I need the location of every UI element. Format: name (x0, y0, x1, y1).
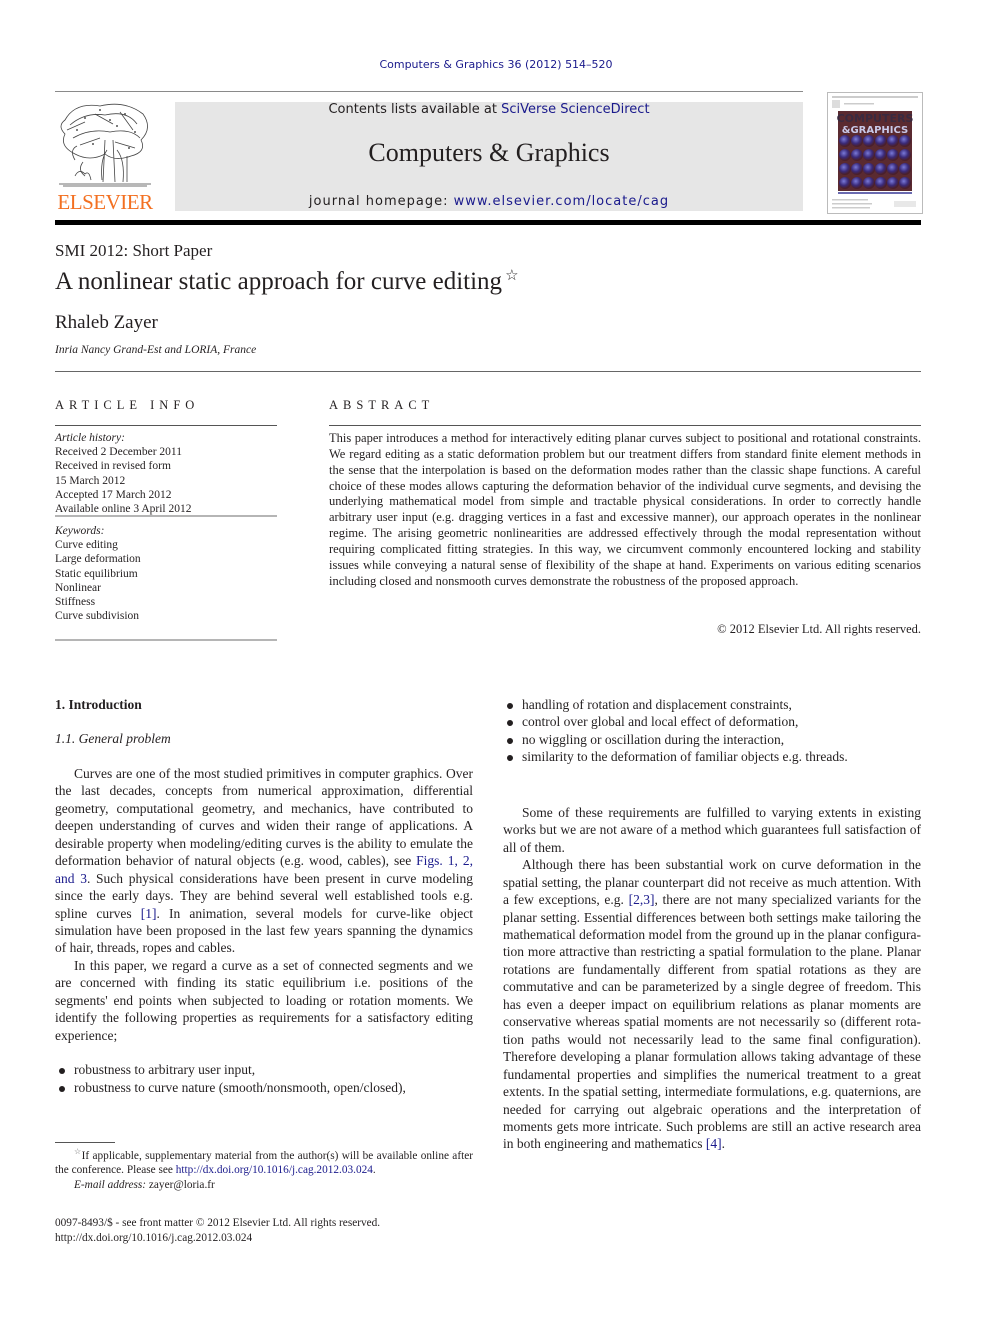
list-item: robustness to curve nature (smooth/nonsm… (55, 1079, 473, 1096)
article-title-text: A nonlinear static approach for curve ed… (55, 268, 503, 295)
sciencedirect-link[interactable]: SciVerse ScienceDirect (501, 102, 649, 117)
author-name: Rhaleb Zayer (55, 312, 158, 333)
article-info-heading: ARTICLE INFO (55, 398, 200, 412)
article-info-rule (55, 425, 277, 426)
elsevier-wordmark: ELSEVIER (57, 190, 153, 214)
body-right-column: handling of rotation and displacement co… (503, 696, 921, 1153)
history-item: 15 March 2012 (55, 474, 126, 487)
author-email[interactable]: zayer@loria.fr (149, 1179, 215, 1191)
list-item: no wiggling or oscillation during the in… (503, 731, 921, 748)
citation-link[interactable]: [2,3] (629, 892, 655, 907)
requirements-list-left: robustness to arbitrary user input, robu… (55, 1061, 473, 1096)
cover-title-line1: COMPUTERS (837, 112, 914, 125)
article-type: SMI 2012: Short Paper (55, 241, 213, 260)
issn-line: 0097-8493/$ - see front matter © 2012 El… (55, 1217, 381, 1229)
section-heading-introduction: 1. Introduction (55, 697, 142, 712)
author-affiliation: Inria Nancy Grand-Est and LORIA, France (55, 344, 257, 356)
journal-cover-thumbnail[interactable]: COMPUTERS &GRAPHICS (827, 92, 923, 214)
history-item: Received 2 December 2011 (55, 446, 182, 459)
history-item: Accepted 17 March 2012 (55, 488, 172, 501)
journal-homepage-link[interactable]: www.elsevier.com/locate/cag (454, 194, 669, 209)
subsection-heading-general-problem: 1.1. General problem (55, 731, 171, 747)
footnote: ☆If applicable, supplementary material f… (55, 1145, 473, 1193)
text-run: . (372, 1164, 376, 1177)
keyword-item: Static equilibrium (55, 567, 138, 580)
star-footnote-icon[interactable]: ☆ (505, 268, 518, 284)
email-label: E-mail address: (74, 1178, 149, 1191)
homepage-prefix: journal homepage: (308, 194, 454, 209)
keyword-item: Curve subdivision (55, 610, 140, 623)
citation-link[interactable]: [4] (706, 1136, 722, 1151)
masthead-bottom-rule (55, 220, 921, 225)
abstract-heading: ABSTRACT (329, 398, 435, 412)
text-run: . (721, 1136, 725, 1152)
email-line: E-mail address: zayer@loria.fr (55, 1178, 473, 1193)
text-run: Curves are one of the most studied primi… (55, 765, 473, 869)
running-head[interactable]: Computers & Graphics 36 (2012) 514–520 (0, 58, 992, 71)
keyword-item: Stiffness (55, 596, 96, 609)
masthead-top-rule (55, 91, 803, 92)
front-matter: 0097-8493/$ - see front matter © 2012 El… (55, 1216, 473, 1245)
keyword-item: Nonlinear (55, 581, 101, 594)
article-history-label: Article history: (55, 432, 125, 444)
footnote-rule (55, 1142, 115, 1143)
article-title: A nonlinear static approach for curve ed… (55, 268, 519, 296)
abstract-rule (329, 425, 921, 426)
list-item: handling of rotation and displacement co… (503, 696, 921, 713)
cover-title-line2: &GRAPHICS (842, 125, 909, 136)
paragraph: Some of these requirements are fulfilled… (503, 804, 921, 855)
paragraph: Although there has been substantial work… (503, 856, 921, 1153)
keyword-item: Large deformation (55, 553, 141, 566)
body-left-column: 1. Introduction 1.1. General problem Cur… (55, 696, 473, 1096)
article-history: Article history: Received 2 December 201… (55, 431, 277, 516)
paragraph: In this paper, we regard a curve as a se… (55, 957, 473, 1043)
doi-line[interactable]: http://dx.doi.org/10.1016/j.cag.2012.03.… (55, 1231, 473, 1246)
supplementary-doi-link[interactable]: http://dx.doi.org/10.1016/j.cag.2012.03.… (176, 1164, 373, 1176)
keyword-item: Curve editing (55, 539, 118, 552)
history-item: Received in revised form (55, 460, 171, 473)
keywords-label: Keywords: (55, 525, 105, 537)
list-item: control over global and local effect of … (503, 713, 921, 730)
citation-link[interactable]: [1] (141, 906, 157, 921)
requirements-list-right: handling of rotation and displacement co… (503, 696, 921, 766)
meta-divider (55, 371, 921, 372)
abstract-copyright: © 2012 Elsevier Ltd. All rights reserved… (717, 622, 921, 636)
footnote-text: ☆If applicable, supplementary material f… (55, 1145, 473, 1178)
list-item: robustness to arbitrary user input, (55, 1061, 473, 1078)
list-item: similarity to the deformation of familia… (503, 748, 921, 765)
article-info-bottom-rule (55, 639, 277, 641)
keywords: Keywords: Curve editing Large deformatio… (55, 524, 277, 623)
contents-line: Contents lists available at SciVerse Sci… (175, 102, 803, 117)
paragraph: Curves are one of the most studied primi… (55, 765, 473, 957)
star-footnote-icon: ☆ (74, 1147, 82, 1156)
contents-prefix: Contents lists available at (328, 102, 502, 117)
journal-title: Computers & Graphics (368, 138, 610, 167)
article-info-mid-rule (55, 515, 277, 517)
abstract-text: This paper introduces a method for inter… (329, 431, 921, 588)
text-run: , there are not many specialized variant… (503, 892, 922, 1152)
homepage-line: journal homepage: www.elsevier.com/locat… (175, 194, 803, 209)
